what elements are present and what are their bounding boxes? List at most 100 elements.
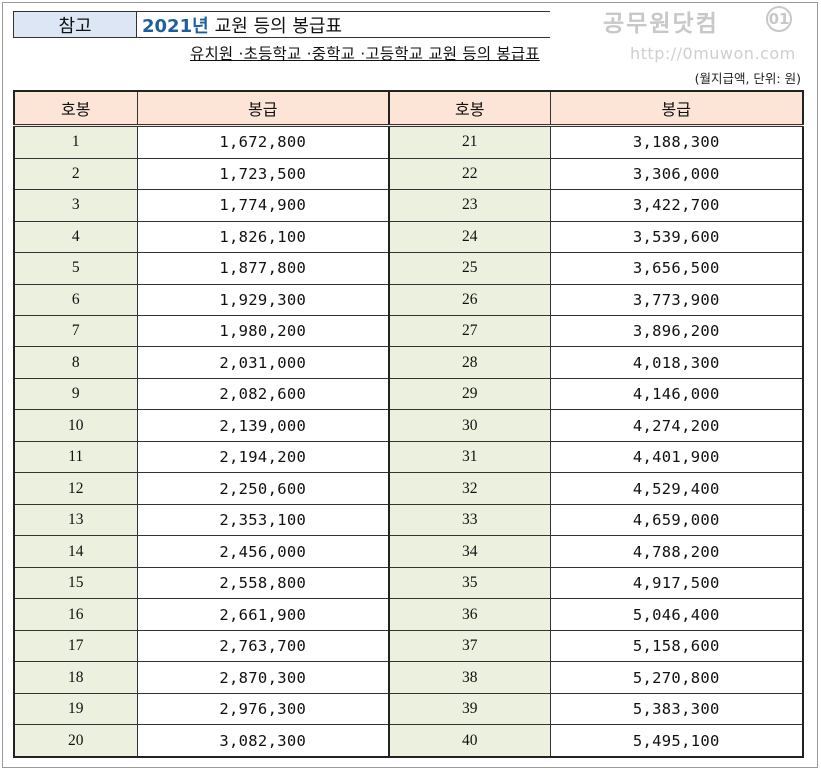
pay-cell: 2,976,300 <box>136 692 390 726</box>
step-cell: 28 <box>388 346 551 379</box>
step-cell: 21 <box>388 125 551 159</box>
table-row: 20 3,082,300 40 5,495,100 <box>13 724 804 758</box>
table-header-row: 호봉 봉급 호봉 봉급 <box>13 90 804 127</box>
table-row: 3 1,774,900 23 3,422,700 <box>13 189 804 222</box>
step-cell: 32 <box>388 472 551 505</box>
step-cell: 29 <box>388 377 551 411</box>
table-row: 6 1,929,300 26 3,773,900 <box>13 283 804 317</box>
table-row: 14 2,456,000 34 4,788,200 <box>13 535 804 568</box>
pay-cell: 1,672,800 <box>136 125 390 159</box>
header-pay-right: 봉급 <box>549 90 804 127</box>
watermark-badge-icon: 01 <box>766 6 792 32</box>
pay-cell: 2,194,200 <box>136 440 390 474</box>
pay-cell: 3,896,200 <box>549 314 804 348</box>
pay-cell: 4,146,000 <box>549 377 804 411</box>
reference-label-text: 참고 <box>58 15 92 37</box>
pay-cell: 4,018,300 <box>549 346 804 379</box>
subtitle: 유치원 ·초등학교 ·중학교 ·고등학교 교원 등의 봉급표 <box>190 45 540 63</box>
pay-cell: 1,877,800 <box>136 252 390 285</box>
step-cell: 26 <box>388 283 551 317</box>
step-cell: 17 <box>13 629 138 663</box>
reference-label: 참고 <box>13 11 137 38</box>
table-row: 10 2,139,000 30 4,274,200 <box>13 409 804 442</box>
step-cell: 18 <box>13 661 138 694</box>
pay-cell: 1,826,100 <box>136 220 390 254</box>
pay-cell: 3,656,500 <box>549 252 804 285</box>
pay-cell: 3,306,000 <box>549 157 804 191</box>
step-cell: 2 <box>13 157 138 191</box>
step-cell: 1 <box>13 125 138 159</box>
pay-cell: 2,082,600 <box>136 377 390 411</box>
table-row: 8 2,031,000 28 4,018,300 <box>13 346 804 379</box>
table-row: 9 2,082,600 29 4,146,000 <box>13 377 804 411</box>
watermark-brand: 공무원닷컴 <box>603 11 719 37</box>
step-cell: 24 <box>388 220 551 254</box>
table-row: 19 2,976,300 39 5,383,300 <box>13 692 804 726</box>
title-text: 교원 등의 봉급표 <box>214 15 343 37</box>
table-row: 12 2,250,600 32 4,529,400 <box>13 472 804 505</box>
table-row: 15 2,558,800 35 4,917,500 <box>13 566 804 600</box>
watermark-url: http://0muwon.com <box>630 44 796 63</box>
pay-cell: 3,773,900 <box>549 283 804 317</box>
pay-cell: 5,158,600 <box>549 629 804 663</box>
page-title: 2021년 교원 등의 봉급표 <box>137 11 550 38</box>
step-cell: 4 <box>13 220 138 254</box>
watermark-badge-text: 01 <box>768 10 790 28</box>
step-cell: 7 <box>13 314 138 348</box>
table-row: 18 2,870,300 38 5,270,800 <box>13 661 804 694</box>
step-cell: 3 <box>13 189 138 222</box>
step-cell: 38 <box>388 661 551 694</box>
step-cell: 20 <box>13 724 138 758</box>
step-cell: 27 <box>388 314 551 348</box>
pay-cell: 3,188,300 <box>549 125 804 159</box>
pay-cell: 5,270,800 <box>549 661 804 694</box>
step-cell: 25 <box>388 252 551 285</box>
pay-cell: 5,495,100 <box>549 724 804 758</box>
step-cell: 37 <box>388 629 551 663</box>
step-cell: 23 <box>388 189 551 222</box>
pay-cell: 1,723,500 <box>136 157 390 191</box>
step-cell: 12 <box>13 472 138 505</box>
table-row: 7 1,980,200 27 3,896,200 <box>13 314 804 348</box>
header-pay-left: 봉급 <box>136 90 390 127</box>
table-row: 16 2,661,900 36 5,046,400 <box>13 598 804 631</box>
table-row: 5 1,877,800 25 3,656,500 <box>13 252 804 285</box>
pay-cell: 3,422,700 <box>549 189 804 222</box>
pay-cell: 4,917,500 <box>549 566 804 600</box>
unit-note: (월지급액, 단위: 원) <box>694 71 801 86</box>
pay-cell: 2,139,000 <box>136 409 390 442</box>
step-cell: 15 <box>13 566 138 600</box>
table-row: 1 1,672,800 21 3,188,300 <box>13 125 804 159</box>
table-row: 4 1,826,100 24 3,539,600 <box>13 220 804 254</box>
pay-cell: 1,774,900 <box>136 189 390 222</box>
step-cell: 31 <box>388 440 551 474</box>
step-cell: 35 <box>388 566 551 600</box>
step-cell: 10 <box>13 409 138 442</box>
pay-cell: 5,046,400 <box>549 598 804 631</box>
step-cell: 5 <box>13 252 138 285</box>
table-row: 2 1,723,500 22 3,306,000 <box>13 157 804 191</box>
pay-cell: 2,353,100 <box>136 503 390 537</box>
pay-cell: 2,661,900 <box>136 598 390 631</box>
pay-cell: 2,870,300 <box>136 661 390 694</box>
pay-cell: 3,082,300 <box>136 724 390 758</box>
step-cell: 13 <box>13 503 138 537</box>
step-cell: 30 <box>388 409 551 442</box>
step-cell: 6 <box>13 283 138 317</box>
step-cell: 22 <box>388 157 551 191</box>
table-row: 13 2,353,100 33 4,659,000 <box>13 503 804 537</box>
step-cell: 34 <box>388 535 551 568</box>
table-body: 1 1,672,800 21 3,188,300 2 1,723,500 22 3,306,0… <box>13 125 804 758</box>
pay-cell: 4,529,400 <box>549 472 804 505</box>
pay-cell: 4,659,000 <box>549 503 804 537</box>
step-cell: 16 <box>13 598 138 631</box>
header-step-right: 호봉 <box>388 90 551 127</box>
step-cell: 40 <box>388 724 551 758</box>
table-row: 11 2,194,200 31 4,401,900 <box>13 440 804 474</box>
header-step-left: 호봉 <box>13 90 138 127</box>
pay-cell: 4,401,900 <box>549 440 804 474</box>
pay-cell: 2,250,600 <box>136 472 390 505</box>
step-cell: 9 <box>13 377 138 411</box>
step-cell: 39 <box>388 692 551 726</box>
pay-cell: 2,558,800 <box>136 566 390 600</box>
